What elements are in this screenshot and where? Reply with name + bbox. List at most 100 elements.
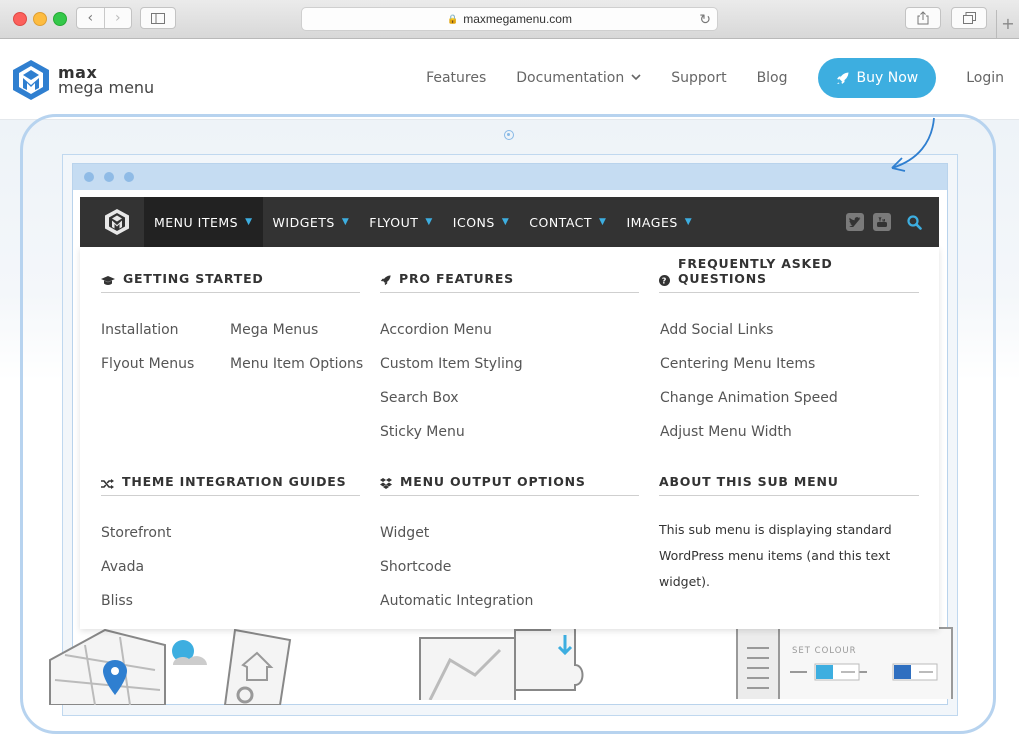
dropbox-icon — [380, 478, 392, 489]
nav-blog[interactable]: Blog — [757, 70, 788, 86]
curved-arrow-icon — [891, 117, 935, 172]
menu-item-menu-items[interactable]: MENU ITEMS ▼ — [144, 197, 263, 247]
heading-label: GETTING STARTED — [123, 271, 264, 286]
site-nav: Features Documentation Support Blog Buy … — [411, 57, 1019, 99]
tabs-icon — [962, 12, 976, 24]
rocket-icon — [836, 72, 849, 84]
heading-faq[interactable]: ? FREQUENTLY ASKED QUESTIONS — [659, 256, 919, 293]
link-automatic-integration[interactable]: Automatic Integration — [380, 593, 533, 609]
demo-dot — [104, 172, 114, 182]
link-bliss[interactable]: Bliss — [101, 593, 133, 609]
question-circle-icon: ? — [659, 275, 670, 286]
site-logo[interactable]: max mega menu — [12, 59, 154, 101]
heading-menu-output-options[interactable]: MENU OUTPUT OPTIONS — [380, 468, 639, 496]
link-widget[interactable]: Widget — [380, 525, 429, 541]
about-widget-text: This sub menu is displaying standard Wor… — [659, 522, 892, 589]
link-custom-item-styling[interactable]: Custom Item Styling — [380, 356, 523, 372]
heading-pro-features[interactable]: PRO FEATURES — [380, 265, 639, 293]
chevron-down-icon: ▼ — [501, 217, 510, 227]
link-menu-item-options[interactable]: Menu Item Options — [230, 356, 363, 372]
link-storefront[interactable]: Storefront — [101, 525, 171, 541]
youtube-icon[interactable] — [873, 213, 891, 231]
menu-social-area — [837, 197, 929, 247]
nav-support-label: Support — [671, 70, 727, 86]
heading-about-sub-menu: ABOUT THIS SUB MENU — [659, 468, 919, 496]
link-adjust-menu-width[interactable]: Adjust Menu Width — [660, 424, 792, 440]
graduation-cap-icon — [101, 276, 115, 286]
link-flyout-menus[interactable]: Flyout Menus — [101, 356, 194, 372]
heading-label: MENU OUTPUT OPTIONS — [400, 474, 586, 489]
heading-label: PRO FEATURES — [399, 271, 514, 286]
sidebar-toggle-button[interactable] — [140, 7, 176, 29]
nav-features-label: Features — [426, 70, 487, 86]
address-bar[interactable]: 🔒 maxmegamenu.com ↻ — [301, 7, 718, 31]
chevron-down-icon: ▼ — [245, 217, 253, 227]
shuffle-icon — [101, 479, 114, 489]
site-header: max mega menu Features Documentation Sup… — [0, 39, 1019, 120]
heading-label: FREQUENTLY ASKED QUESTIONS — [678, 256, 833, 286]
heading-theme-integration-guides[interactable]: THEME INTEGRATION GUIDES — [101, 468, 360, 496]
chevron-down-icon: ▼ — [341, 217, 350, 227]
nav-features[interactable]: Features — [426, 70, 486, 86]
link-shortcode[interactable]: Shortcode — [380, 559, 451, 575]
back-arrow-icon[interactable]: ‹ — [77, 8, 104, 28]
link-installation[interactable]: Installation — [101, 322, 179, 338]
tabs-overview-button[interactable] — [951, 7, 987, 29]
link-mega-menus[interactable]: Mega Menus — [230, 322, 318, 338]
url-text: maxmegamenu.com — [463, 12, 572, 26]
link-add-social-links[interactable]: Add Social Links — [660, 322, 773, 338]
history-nav: ‹ › — [76, 7, 132, 29]
rocket-icon — [380, 275, 391, 286]
menu-item-label: FLYOUT — [369, 214, 419, 230]
menu-item-icons[interactable]: ICONS ▼ — [443, 197, 519, 247]
menu-item-label: IMAGES — [626, 214, 678, 230]
nav-support[interactable]: Support — [671, 70, 726, 86]
heading-getting-started[interactable]: GETTING STARTED — [101, 265, 360, 293]
camera-icon — [504, 130, 514, 140]
link-search-box[interactable]: Search Box — [380, 390, 459, 406]
chevron-down-icon: ▼ — [425, 217, 433, 227]
demo-titlebar — [73, 164, 947, 190]
link-sticky-menu[interactable]: Sticky Menu — [380, 424, 465, 440]
nav-blog-label: Blog — [756, 70, 788, 86]
search-icon[interactable] — [899, 197, 929, 247]
new-tab-button[interactable]: + — [996, 10, 1019, 38]
forward-arrow-icon[interactable]: › — [103, 8, 132, 28]
menu-item-label: MENU ITEMS — [154, 214, 239, 230]
heading-label: ABOUT THIS SUB MENU — [659, 474, 839, 489]
minimize-window-button[interactable] — [33, 12, 47, 26]
link-accordion-menu[interactable]: Accordion Menu — [380, 322, 492, 338]
chevron-down-icon: ▼ — [684, 217, 693, 227]
share-button[interactable] — [905, 7, 941, 29]
menu-item-label: CONTACT — [529, 214, 593, 230]
menu-logo[interactable] — [90, 197, 144, 247]
link-change-animation-speed[interactable]: Change Animation Speed — [660, 390, 838, 406]
close-window-button[interactable] — [13, 12, 27, 26]
link-centering-menu-items[interactable]: Centering Menu Items — [660, 356, 815, 372]
heading-label: THEME INTEGRATION GUIDES — [122, 474, 347, 489]
nav-documentation[interactable]: Documentation — [516, 70, 641, 86]
cube-logo-icon — [105, 209, 129, 235]
menu-item-flyout[interactable]: FLYOUT ▼ — [359, 197, 443, 247]
menu-item-images[interactable]: IMAGES ▼ — [616, 197, 702, 247]
twitter-icon[interactable] — [846, 213, 864, 231]
buy-now-button[interactable]: Buy Now — [817, 58, 937, 98]
chevron-down-icon: ▼ — [599, 217, 607, 227]
link-avada[interactable]: Avada — [101, 559, 144, 575]
reload-icon[interactable]: ↻ — [699, 11, 711, 28]
lock-icon: 🔒 — [447, 13, 459, 24]
mega-menu-panel: GETTING STARTED PRO FEATURES ? FREQUENTL… — [80, 247, 939, 629]
puzzle-illustration — [419, 621, 584, 700]
svg-text:?: ? — [662, 277, 667, 286]
menu-item-contact[interactable]: CONTACT ▼ — [519, 197, 616, 247]
menu-item-label: WIDGETS — [272, 214, 335, 230]
browser-toolbar: ‹ › 🔒 maxmegamenu.com ↻ + — [0, 0, 1019, 39]
nav-login[interactable]: Login — [966, 70, 1004, 86]
set-colour-label: SET COLOUR — [792, 646, 857, 656]
buy-now-label: Buy Now — [856, 70, 919, 86]
menu-item-widgets[interactable]: WIDGETS ▼ — [263, 197, 360, 247]
settings-illustration — [736, 627, 953, 699]
demo-dot — [84, 172, 94, 182]
mega-menu-bar: MENU ITEMS ▼ WIDGETS ▼ FLYOUT ▼ ICONS ▼ CONT… — [80, 197, 939, 247]
zoom-window-button[interactable] — [53, 12, 67, 26]
